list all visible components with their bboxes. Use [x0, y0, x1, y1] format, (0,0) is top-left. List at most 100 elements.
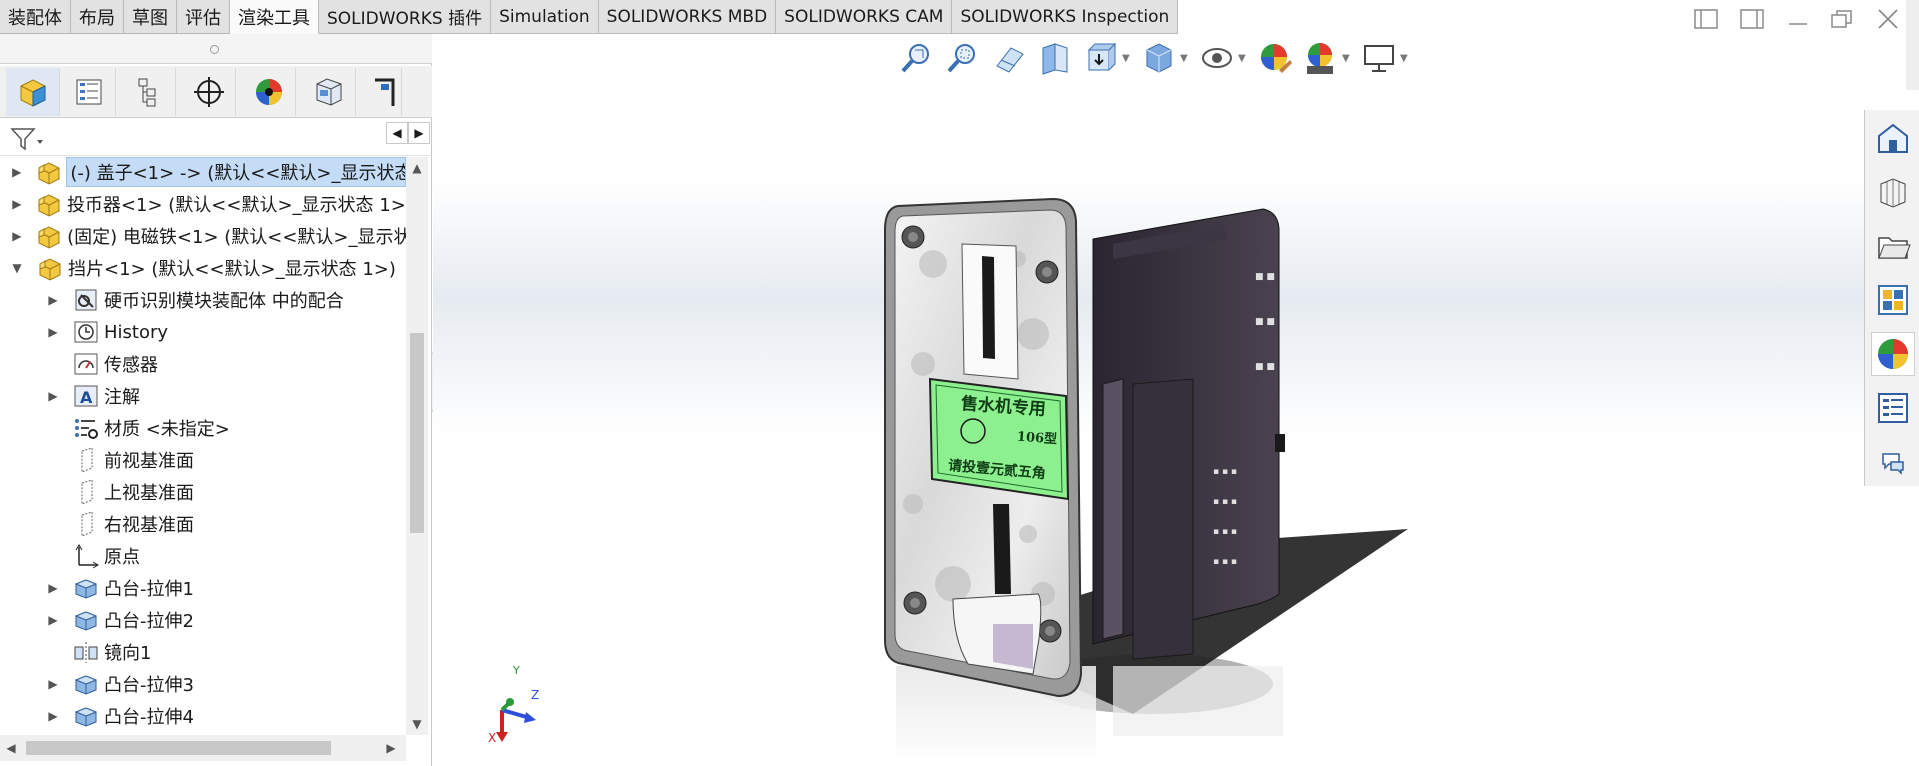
- appearances-scenes-icon[interactable]: [1871, 332, 1915, 376]
- minimize-icon[interactable]: [1784, 8, 1812, 32]
- custom-properties-icon[interactable]: [1871, 386, 1915, 430]
- tab-solidworks-cam[interactable]: SOLIDWORKS CAM: [776, 0, 953, 34]
- tile-left-icon[interactable]: [1692, 8, 1720, 32]
- view-orientation-dropdown-icon[interactable]: ▼: [1122, 53, 1132, 64]
- configuration-manager-tab-icon[interactable]: [122, 68, 176, 116]
- feature-manager-tab-icon[interactable]: [6, 68, 60, 116]
- plane-icon: [72, 479, 100, 505]
- tree-row-label: 右视基准面: [104, 515, 194, 536]
- previous-view-icon[interactable]: [990, 39, 1028, 77]
- svg-text:A: A: [80, 388, 93, 407]
- pane-splitter[interactable]: [0, 34, 432, 64]
- tree-row-annotations[interactable]: ▶ A 注解: [0, 381, 406, 411]
- tree-row-top-plane[interactable]: 上视基准面: [0, 477, 406, 507]
- expand-toggle-icon[interactable]: ▶: [46, 677, 60, 691]
- tree-row-cover[interactable]: ▶ (-) 盖子<1> -> (默认<<默认>_显示状态: [0, 157, 406, 187]
- expand-toggle-icon[interactable]: ▶: [46, 581, 60, 595]
- tree-row-label: 挡片<1> (默认<<默认>_显示状态 1>): [68, 259, 396, 280]
- tab-sketch[interactable]: 草图: [124, 0, 177, 34]
- feature-tree: ▶ (-) 盖子<1> -> (默认<<默认>_显示状态 ▶ 投币器<1> (默认<<…: [0, 157, 406, 735]
- mirror-icon: [72, 639, 100, 665]
- restore-icon[interactable]: [1828, 8, 1856, 32]
- tree-row-solenoid[interactable]: ▶ (固定) 电磁铁<1> (默认<<默认>_显示状: [0, 221, 406, 251]
- tab-simulation[interactable]: Simulation: [491, 0, 599, 34]
- plane-icon: [72, 447, 100, 473]
- section-view-icon[interactable]: [1036, 39, 1074, 77]
- graphics-area[interactable]: ■ ■ ■ ■ ■ ■ ▪ ▪ ▪ ▪ ▪ ▪ ▪ ▪ ▪ ▪ ▪ ▪ 售水机专…: [433, 34, 1864, 766]
- scroll-thumb[interactable]: [410, 333, 424, 533]
- apply-scene-dropdown-icon[interactable]: ▼: [1342, 53, 1352, 64]
- tree-filter-bar: [0, 120, 432, 156]
- expand-toggle-icon[interactable]: ▶: [10, 229, 24, 243]
- tree-row-right-plane[interactable]: 右视基准面: [0, 509, 406, 539]
- tree-row-front-plane[interactable]: 前视基准面: [0, 445, 406, 475]
- display-style-icon[interactable]: [1140, 39, 1178, 77]
- svg-text:■ ■: ■ ■: [1255, 362, 1275, 372]
- tab-layout[interactable]: 布局: [71, 0, 124, 34]
- tree-row-boss-extrude-1[interactable]: ▶ 凸台-拉伸1: [0, 573, 406, 603]
- zoom-to-fit-icon[interactable]: [898, 39, 936, 77]
- scroll-right-icon[interactable]: ▶: [380, 735, 402, 761]
- filter-icon[interactable]: [10, 126, 46, 157]
- scroll-left-icon[interactable]: ◀: [0, 735, 22, 761]
- tree-vertical-scrollbar[interactable]: ▲ ▼: [406, 157, 428, 735]
- expand-toggle-icon[interactable]: ▶: [10, 197, 24, 211]
- svg-text:■ ■: ■ ■: [1255, 317, 1275, 327]
- expand-toggle-icon[interactable]: ▶: [10, 165, 24, 179]
- tree-row-label: 传感器: [104, 355, 158, 376]
- tree-row-label: 注解: [104, 387, 140, 408]
- view-orientation-icon[interactable]: [1082, 39, 1120, 77]
- hscroll-thumb[interactable]: [26, 741, 331, 755]
- tree-row-material[interactable]: 材质 <未指定>: [0, 413, 406, 443]
- zoom-to-area-icon[interactable]: [944, 39, 982, 77]
- design-library-icon[interactable]: [1871, 170, 1915, 214]
- tab-solidworks-addins[interactable]: SOLIDWORKS 插件: [319, 0, 492, 34]
- tree-row-mirror-1[interactable]: 镜向1: [0, 637, 406, 667]
- dimxpert-tab-icon[interactable]: [182, 68, 236, 116]
- tree-row-history[interactable]: ▶ History: [0, 317, 406, 347]
- svg-text:▪ ▪ ▪: ▪ ▪ ▪: [1213, 497, 1237, 507]
- tile-right-icon[interactable]: [1738, 8, 1766, 32]
- hide-show-dropdown-icon[interactable]: ▼: [1238, 53, 1248, 64]
- expand-toggle-icon[interactable]: ▼: [10, 261, 24, 275]
- expand-toggle-icon[interactable]: ▶: [46, 293, 60, 307]
- tab-render-tools[interactable]: 渲染工具: [230, 0, 319, 34]
- property-manager-tab-icon[interactable]: [62, 68, 116, 116]
- view-settings-dropdown-icon[interactable]: ▼: [1400, 53, 1410, 64]
- tab-solidworks-inspection[interactable]: SOLIDWORKS Inspection: [952, 0, 1179, 34]
- tree-row-boss-extrude-4[interactable]: ▶ 凸台-拉伸4: [0, 701, 406, 731]
- view-settings-icon[interactable]: [1360, 39, 1398, 77]
- tree-row-mates[interactable]: ▶ 硬币识别模块装配体 中的配合: [0, 285, 406, 315]
- cam-tab-icon[interactable]: [302, 68, 356, 116]
- cam-operation-tab-icon[interactable]: [362, 68, 402, 116]
- view-palette-icon[interactable]: [1871, 278, 1915, 322]
- scroll-up-icon[interactable]: ▲: [406, 157, 428, 179]
- triad-z-label: Z: [531, 688, 540, 702]
- tree-horizontal-scrollbar[interactable]: ◀ ▶: [0, 735, 406, 761]
- svg-text:▪ ▪ ▪: ▪ ▪ ▪: [1213, 527, 1237, 537]
- tree-row-coin-acceptor[interactable]: ▶ 投币器<1> (默认<<默认>_显示状态 1>): [0, 189, 406, 219]
- hide-show-items-icon[interactable]: [1198, 39, 1236, 77]
- display-style-dropdown-icon[interactable]: ▼: [1180, 53, 1190, 64]
- task-pane-tabs: [1864, 110, 1919, 486]
- tree-row-boss-extrude-2[interactable]: ▶ 凸台-拉伸2: [0, 605, 406, 635]
- scroll-down-icon[interactable]: ▼: [406, 713, 428, 735]
- solidworks-resources-icon[interactable]: [1871, 116, 1915, 160]
- tree-row-sensors[interactable]: 传感器: [0, 349, 406, 379]
- apply-scene-icon[interactable]: [1302, 39, 1340, 77]
- tree-row-baffle[interactable]: ▼ 挡片<1> (默认<<默认>_显示状态 1>): [0, 253, 406, 283]
- file-explorer-icon[interactable]: [1871, 224, 1915, 268]
- close-icon[interactable]: [1874, 8, 1902, 32]
- tab-solidworks-mbd[interactable]: SOLIDWORKS MBD: [598, 0, 777, 34]
- expand-toggle-icon[interactable]: ▶: [46, 613, 60, 627]
- forum-icon[interactable]: [1871, 440, 1915, 484]
- display-manager-tab-icon[interactable]: [242, 68, 296, 116]
- tab-evaluate[interactable]: 评估: [177, 0, 230, 34]
- tree-row-origin[interactable]: 原点: [0, 541, 406, 571]
- expand-toggle-icon[interactable]: ▶: [46, 389, 60, 403]
- tree-row-boss-extrude-3[interactable]: ▶ 凸台-拉伸3: [0, 669, 406, 699]
- expand-toggle-icon[interactable]: ▶: [46, 709, 60, 723]
- tab-assembly[interactable]: 装配体: [0, 0, 71, 34]
- edit-appearance-icon[interactable]: [1256, 39, 1294, 77]
- expand-toggle-icon[interactable]: ▶: [46, 325, 60, 339]
